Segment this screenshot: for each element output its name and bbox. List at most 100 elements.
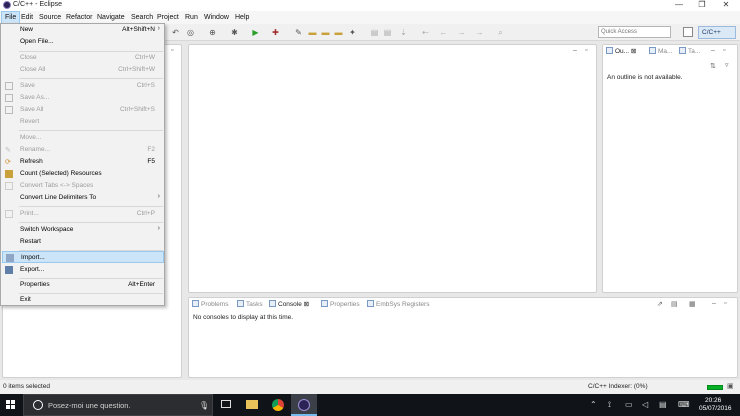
volume-icon[interactable]: ◁ [642,400,648,409]
windows-logo-icon [6,400,10,404]
open-perspective-icon[interactable] [683,27,693,37]
menu-item-move[interactable]: Move... [2,132,164,144]
menu-item-save[interactable]: Save Ctrl+S [2,80,164,92]
menu-item-revert[interactable]: Revert [2,116,164,128]
view-menu-icon[interactable]: ⇅ [710,62,716,70]
file-explorer-taskbar[interactable] [239,394,265,416]
menu-item-label: Save [20,82,35,89]
perspective-cpp-button[interactable]: C/C++ [698,26,736,39]
notification-icon[interactable]: ▤ [659,400,667,409]
menu-item-import[interactable]: Import... [2,251,164,263]
quick-access-input[interactable]: Quick Access [598,26,671,38]
menu-run[interactable]: Run [182,11,201,24]
menu-item-exit[interactable]: Exit [2,294,164,306]
menu-item-export[interactable]: Export... [2,264,164,276]
package-icon[interactable]: ▬ [333,27,344,38]
new-console-icon[interactable]: ▦ [689,300,696,308]
maximize-icon[interactable]: ▫ [724,300,726,307]
problems-icon [192,300,199,307]
tab-tasks[interactable]: Tasks [237,299,263,311]
menu-item-convert-tabs[interactable]: Convert Tabs <-> Spaces [2,180,164,192]
menu-item-rename[interactable]: ✎ Rename... F2 [2,144,164,156]
minimize-button[interactable]: — [671,0,687,11]
menu-item-new[interactable]: New Alt+Shift+N › [2,24,164,36]
debug-icon[interactable]: ✱ [229,27,240,38]
maximize-icon[interactable]: ▫ [723,47,725,54]
menu-item-convert-line-delimiters[interactable]: Convert Line Delimiters To › [2,192,164,204]
menu-help[interactable]: Help [232,11,252,24]
tab-tasks[interactable]: Ta... [679,46,700,58]
tab-properties[interactable]: Properties [321,299,360,311]
outline-tabbar: Ou... ⊠ Ma... Ta... ‒ ▫ [603,45,737,58]
menu-window[interactable]: Window [201,11,232,24]
folder-icon[interactable]: ▬ [320,27,331,38]
open-console-icon[interactable]: ⇗ [657,300,663,308]
new-class-icon[interactable]: ◎ [185,27,196,38]
minimize-icon[interactable]: ‒ [712,300,716,307]
cortana-search-box[interactable]: Posez-moi une question. 🎙 [23,394,213,416]
restore-button[interactable]: ❐ [694,0,710,11]
menu-item-open-file[interactable]: Open File... [2,36,164,48]
menu-item-close-all[interactable]: Close All Ctrl+Shift+W [2,64,164,76]
keyboard-icon[interactable]: ⌨ [678,400,690,409]
menu-item-save-all[interactable]: Save All Ctrl+Shift+S [2,104,164,116]
task-view-button[interactable] [213,394,239,416]
menu-item-save-as[interactable]: Save As... [2,92,164,104]
tab-embsys-registers[interactable]: EmbSys Registers [367,299,429,311]
minimize-icon[interactable]: ‒ [573,47,577,54]
convert-tabs-icon [5,182,13,190]
menu-item-count-resources[interactable]: Count (Selected) Resources [2,168,164,180]
history-icon[interactable]: ↶ [170,27,181,38]
menu-item-refresh[interactable]: ⟳ Refresh F5 [2,156,164,168]
display-console-icon[interactable]: ▤ [671,300,678,308]
next-annotation-icon[interactable]: ⇣ [398,27,409,38]
battery-icon[interactable]: ▭ [625,400,633,409]
progress-view-icon[interactable]: ▣ [727,382,734,390]
back-icon[interactable]: ← [438,27,449,38]
eclipse-icon [3,1,11,9]
chevron-up-icon[interactable]: ⌃ [590,400,597,409]
menu-item-label: Save As... [20,94,50,101]
pin-icon[interactable]: ✦ [347,27,358,38]
maximize-icon[interactable]: ▫ [171,47,173,54]
minimize-icon[interactable]: ‒ [711,47,715,54]
tab-make[interactable]: Ma... [649,46,672,58]
run-icon[interactable]: ▶ [250,27,261,38]
maximize-icon[interactable]: ▫ [585,47,587,54]
toggle-block-icon[interactable]: ▤ [382,27,393,38]
print-icon [5,210,13,218]
forward-history-icon[interactable]: → [474,27,485,38]
eclipse-taskbar[interactable] [291,394,317,416]
menu-item-print[interactable]: Print... Ctrl+P [2,208,164,220]
rename-icon: ✎ [5,147,11,154]
last-edit-icon[interactable]: ⇠ [420,27,431,38]
forward-icon[interactable]: → [456,27,467,38]
open-folder-icon[interactable]: ▬ [307,27,318,38]
console-panel: Problems Tasks Console ⊠ Properties EmbS… [188,297,738,378]
network-icon[interactable]: ⟟ [608,400,611,410]
pin-editor-icon[interactable]: ⌕ [495,27,506,38]
clock-time[interactable]: 20:26 [705,397,721,404]
menu-item-properties[interactable]: Properties Alt+Enter [2,279,164,291]
tab-console[interactable]: Console ⊠ [269,299,310,311]
clock-date[interactable]: 05/07/2016 [699,405,732,412]
tab-problems[interactable]: Problems [192,299,228,311]
menu-item-restart[interactable]: Restart [2,236,164,248]
console-tabbar: Problems Tasks Console ⊠ Properties EmbS… [189,298,737,311]
menu-item-close[interactable]: Close Ctrl+W [2,52,164,64]
external-tools-icon[interactable]: ✚ [270,27,281,38]
tab-outline[interactable]: Ou... ⊠ [606,46,637,58]
chevron-down-icon[interactable]: ▿ [725,61,729,69]
chrome-taskbar[interactable] [265,394,291,416]
toggle-mark-icon[interactable]: ▤ [369,27,380,38]
search-icon[interactable]: ✎ [293,27,304,38]
chevron-right-icon: › [157,225,160,232]
close-button[interactable]: ✕ [718,0,734,11]
menu-item-switch-workspace[interactable]: Switch Workspace › [2,224,164,236]
windows-start-button[interactable] [0,394,22,416]
task-list-icon [679,47,686,54]
menu-item-label: Move... [20,134,42,141]
microphone-icon[interactable]: 🎙 [199,401,209,410]
open-type-icon[interactable]: ⊕ [207,27,218,38]
editor-area[interactable]: ‒ ▫ [188,44,597,293]
